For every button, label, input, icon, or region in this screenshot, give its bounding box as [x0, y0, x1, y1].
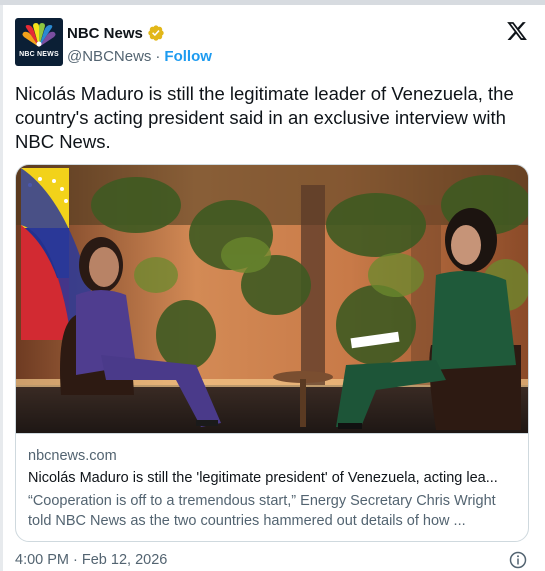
separator-dot: · — [155, 47, 161, 65]
avatar-text: NBC NEWS — [19, 51, 59, 58]
tweet-header: NBC NEWS NBC News @NBCNews · Follow — [15, 18, 530, 70]
link-card[interactable]: nbcnews.com Nicolás Maduro is still the … — [15, 164, 529, 542]
card-description: “Cooperation is off to a tremendous star… — [28, 493, 496, 529]
card-domain: nbcnews.com — [28, 448, 117, 464]
card-image[interactable] — [16, 165, 529, 433]
info-icon[interactable] — [509, 551, 527, 569]
account-handle[interactable]: @NBCNews — [67, 48, 151, 65]
card-title[interactable]: Nicolás Maduro is still the 'legitimate … — [28, 470, 518, 486]
display-name[interactable]: NBC News — [67, 25, 143, 42]
tweet-footer: 4:00 PM · Feb 12, 2026 — [15, 551, 530, 571]
card-meta: nbcnews.com Nicolás Maduro is still the … — [16, 433, 528, 541]
peacock-logo-icon — [22, 23, 56, 47]
timestamp[interactable]: 4:00 PM · Feb 12, 2026 — [15, 552, 167, 568]
follow-button[interactable]: Follow — [164, 48, 212, 65]
x-logo-icon[interactable] — [506, 20, 528, 42]
page-left-edge — [0, 5, 3, 571]
name-row: NBC News — [67, 23, 165, 43]
avatar[interactable]: NBC NEWS — [15, 18, 63, 66]
handle-row: @NBCNews · Follow — [67, 46, 212, 66]
browser-top-bar — [0, 0, 545, 5]
tweet-text: Nicolás Maduro is still the legitimate l… — [15, 83, 514, 152]
verified-badge-icon[interactable] — [147, 24, 165, 42]
